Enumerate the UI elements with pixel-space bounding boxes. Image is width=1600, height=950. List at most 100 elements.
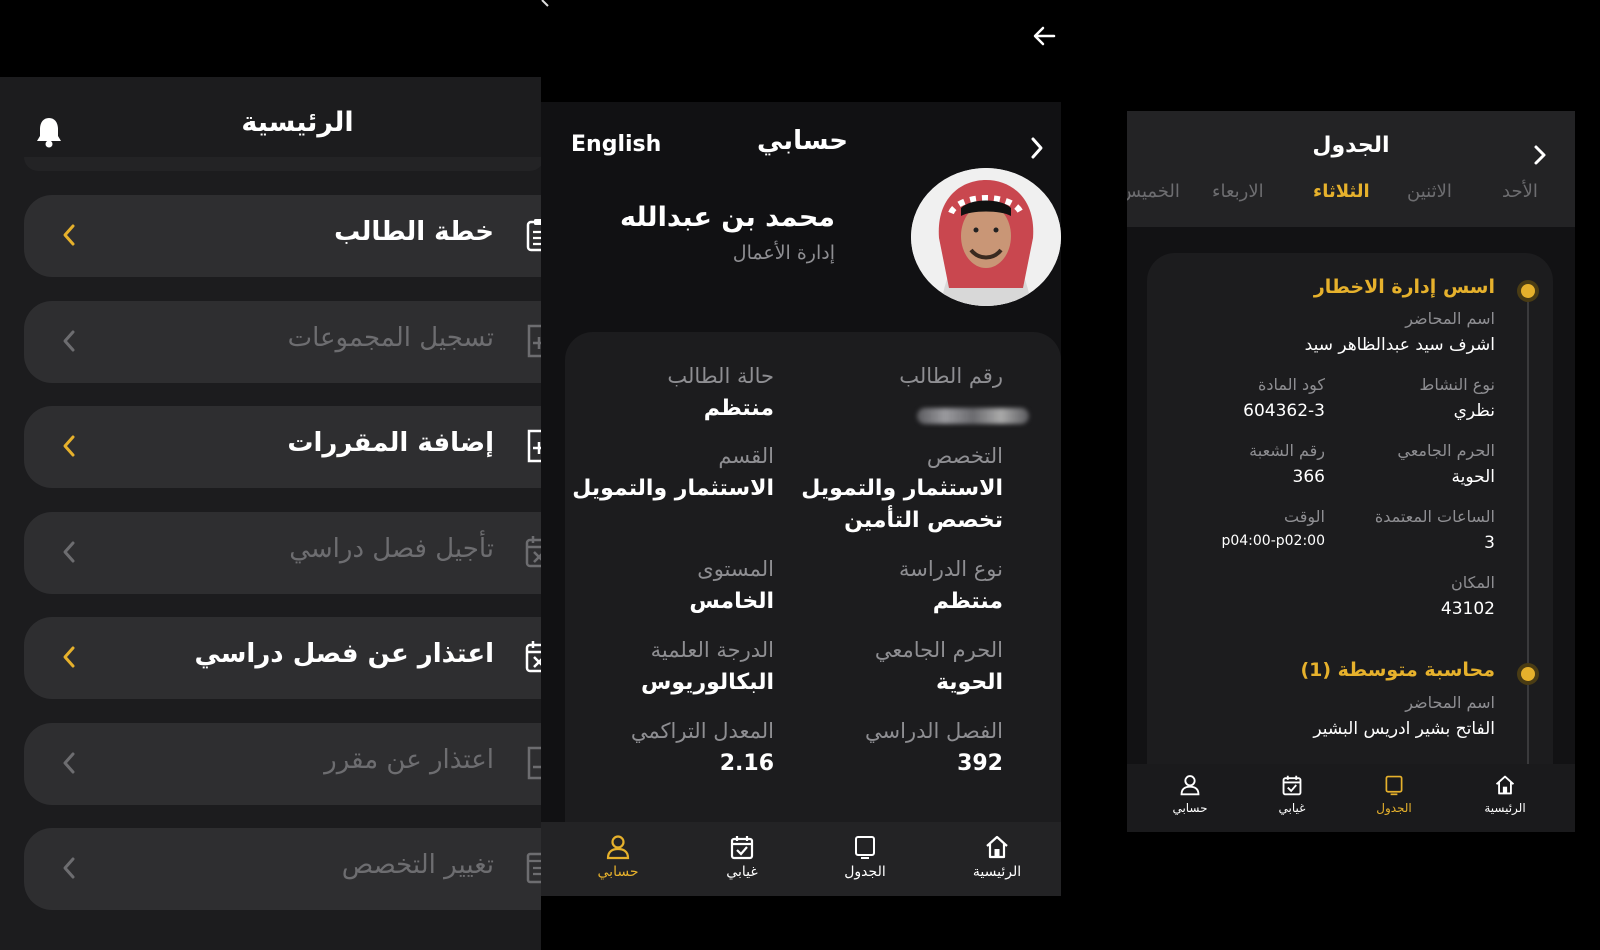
- home-icon: [1495, 775, 1515, 795]
- menu-item-group-registration[interactable]: تسجيل المجموعات: [24, 301, 541, 383]
- nav-account[interactable]: حسابي: [1145, 774, 1235, 816]
- chevron-left-icon: [63, 752, 75, 774]
- arrow-left-icon[interactable]: [1030, 22, 1058, 50]
- major-label: التخصص: [926, 444, 1003, 468]
- study-type-value: منتظم: [932, 589, 1003, 614]
- chevron-left-icon: [63, 224, 75, 246]
- avatar: [911, 168, 1061, 306]
- page-title: الجدول: [1312, 133, 1390, 158]
- user-icon: [606, 835, 630, 860]
- hours-label: الساعات المعتمدة: [1374, 507, 1495, 526]
- document-icon: [526, 852, 541, 884]
- calendar-check-icon: [1282, 775, 1302, 796]
- bottom-nav: حسابي غيابي الجدول الرئيسية: [1127, 764, 1575, 832]
- chevron-left-icon: [63, 330, 75, 352]
- study-type-label: نوع الدراسة: [899, 557, 1003, 581]
- menu-item-student-plan[interactable]: خطة الطالب: [24, 195, 541, 277]
- level-value: الخامس: [689, 589, 774, 614]
- section-value: الاستثمار والتمويل: [572, 476, 774, 501]
- home-icon: [986, 835, 1008, 859]
- menu-item-withdraw-semester[interactable]: اعتذار عن فصل دراسي: [24, 617, 541, 699]
- tab-wednesday[interactable]: الاربعاء: [1212, 181, 1264, 202]
- activity-value: نظري: [1453, 401, 1495, 421]
- gpa-value: 2.16: [719, 751, 774, 776]
- degree-label: الدرجة العلمية: [650, 638, 774, 662]
- course-title[interactable]: محاسبة متوسطة (1): [1300, 659, 1495, 681]
- home-header: الرئيسية: [0, 77, 541, 157]
- campus-label: الحرم الجامعي: [874, 638, 1003, 662]
- person-photo-icon: [911, 168, 1061, 306]
- tab-monday[interactable]: الاثنين: [1407, 181, 1452, 202]
- instructor-label: اسم المحاضر: [1405, 693, 1495, 712]
- code-value: 604362-3: [1243, 401, 1325, 421]
- bottom-nav: حسابي غيابي الجدول الرئيسية: [541, 822, 1061, 896]
- nav-absence[interactable]: غيابي: [1247, 774, 1337, 816]
- chevron-left-icon: [541, 0, 549, 7]
- menu-item-postpone-semester[interactable]: تأجيل فصل دراسي: [24, 512, 541, 594]
- menu-item-change-major[interactable]: تغيير التخصص: [24, 828, 541, 910]
- timeline-dot: [1521, 667, 1535, 681]
- nav-account[interactable]: حسابي: [573, 834, 663, 880]
- instructor-label: اسم المحاضر: [1405, 309, 1495, 328]
- nav-home[interactable]: الرئيسية: [952, 834, 1042, 880]
- student-id-label: رقم الطالب: [899, 364, 1003, 388]
- nav-schedule[interactable]: الجدول: [1349, 774, 1439, 816]
- schedule-screen: الجدول الخميس الاربعاء الثلاثاء الاثنين …: [1127, 111, 1575, 832]
- nav-absence[interactable]: غيابي: [697, 834, 787, 880]
- menu-item-label: تغيير التخصص: [341, 850, 494, 880]
- chevron-left-icon: [63, 435, 75, 457]
- menu-item-label: إضافة المقررات: [287, 428, 494, 458]
- degree-value: البكالوريوس: [641, 670, 774, 695]
- nav-label: الرئيسية: [972, 864, 1022, 880]
- chevron-left-icon: [63, 646, 75, 668]
- nav-label: غيابي: [1278, 801, 1306, 815]
- menu-item-label: تأجيل فصل دراسي: [289, 534, 494, 564]
- nav-schedule[interactable]: الجدول: [820, 834, 910, 880]
- campus-value: الحوية: [1451, 467, 1495, 487]
- tablet-icon: [1385, 775, 1403, 796]
- timeline-dot: [1521, 284, 1535, 298]
- tablet-icon: [855, 836, 875, 859]
- menu-item-label: تسجيل المجموعات: [287, 323, 494, 353]
- nav-label: الجدول: [1376, 801, 1412, 815]
- place-value: 43102: [1440, 599, 1495, 619]
- calendar-check-icon: [730, 836, 754, 860]
- code-label: كود المادة: [1257, 375, 1325, 394]
- time-label: الوقت: [1284, 507, 1325, 526]
- tab-sunday[interactable]: الأحد: [1502, 181, 1538, 202]
- file-plus-icon: [527, 429, 541, 463]
- time-value: p04:00-p02:00: [1221, 533, 1325, 549]
- schedule-header: الجدول الخميس الاربعاء الثلاثاء الاثنين …: [1127, 111, 1575, 227]
- chevron-left-icon: [63, 541, 75, 563]
- tab-tuesday[interactable]: الثلاثاء: [1313, 181, 1370, 202]
- major-track-value: تخصص التأمين: [844, 508, 1003, 533]
- file-plus-icon: [527, 324, 541, 358]
- chevron-left-icon: [63, 857, 75, 879]
- course-title[interactable]: اسس إدارة الاخطار: [1314, 276, 1495, 298]
- menu-item-withdraw-course[interactable]: اعتذار عن مقرر: [24, 723, 541, 805]
- major-value: الاستثمار والتمويل: [801, 476, 1003, 501]
- chevron-right-icon[interactable]: [1028, 134, 1046, 162]
- home-screen: الرئيسية خطة الطالب تسجيل المجموعات إضاف…: [0, 77, 541, 950]
- user-icon: [1180, 775, 1200, 796]
- chevron-right-icon[interactable]: [1532, 143, 1548, 167]
- semester-value: 392: [957, 751, 1003, 776]
- nav-label: حسابي: [597, 864, 639, 880]
- hours-value: 3: [1484, 533, 1495, 553]
- semester-label: الفصل الدراسي: [865, 719, 1003, 743]
- nav-label: حسابي: [1172, 801, 1208, 815]
- section-value: 366: [1292, 467, 1325, 487]
- language-toggle[interactable]: English: [571, 132, 661, 157]
- menu-item-label: اعتذار عن مقرر: [324, 745, 494, 775]
- tab-thursday[interactable]: الخميس: [1127, 181, 1180, 202]
- menu-item-add-courses[interactable]: إضافة المقررات: [24, 406, 541, 488]
- student-id-value-blurred: [917, 408, 1029, 424]
- section-label: القسم: [718, 444, 774, 468]
- nav-home[interactable]: الرئيسية: [1460, 774, 1550, 816]
- menu-item-label: اعتذار عن فصل دراسي: [194, 639, 494, 669]
- calendar-x-icon: [525, 641, 541, 673]
- menu-item-label: خطة الطالب: [334, 217, 494, 247]
- campus-label: الحرم الجامعي: [1397, 441, 1495, 460]
- clipboard-icon: [526, 219, 541, 252]
- bell-icon[interactable]: [34, 115, 64, 149]
